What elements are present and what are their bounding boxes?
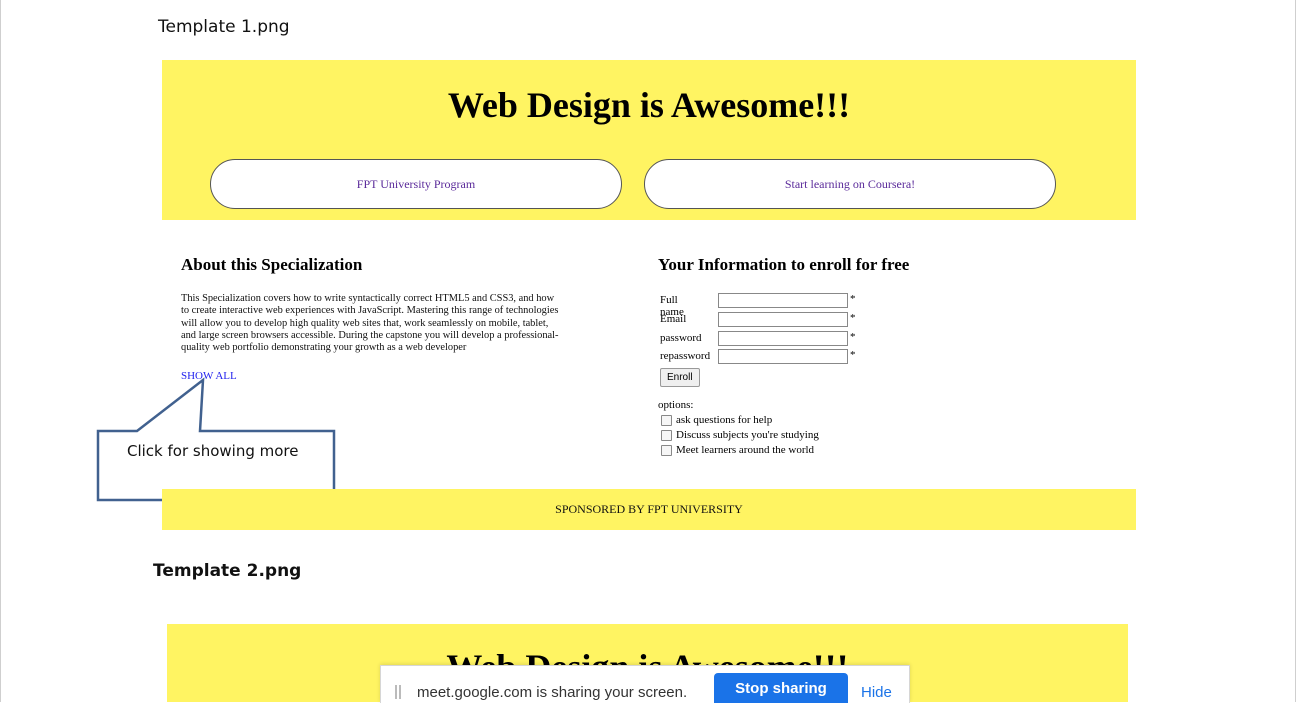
about-line: will allow you to develop high quality w… bbox=[181, 317, 549, 329]
callout-text: Click for showing more bbox=[127, 442, 299, 460]
email-input[interactable] bbox=[718, 312, 848, 327]
required-mark: * bbox=[850, 312, 856, 324]
option-label: ask questions for help bbox=[676, 414, 773, 426]
nav-button-coursera[interactable]: Start learning on Coursera! bbox=[644, 159, 1056, 209]
hide-button[interactable]: Hide bbox=[861, 684, 892, 701]
required-mark: * bbox=[850, 349, 856, 361]
nav-button-fpt-program[interactable]: FPT University Program bbox=[210, 159, 622, 209]
about-line: and large screen browsers accessible. Du… bbox=[181, 329, 559, 341]
options-label: options: bbox=[658, 399, 694, 411]
page-title: Web Design is Awesome!!! bbox=[447, 85, 851, 125]
callout-bubble bbox=[96, 377, 336, 502]
about-line: quality web portfolio demonstrating your… bbox=[181, 342, 467, 354]
checkbox[interactable] bbox=[661, 444, 672, 456]
required-mark: * bbox=[850, 293, 856, 305]
caption-template-1: Template 1.png bbox=[158, 17, 290, 37]
stop-sharing-button[interactable]: Stop sharing bbox=[714, 673, 848, 703]
drag-handle-icon[interactable] bbox=[395, 685, 401, 699]
option-ask-questions: ask questions for help bbox=[661, 414, 772, 426]
required-mark: * bbox=[850, 331, 856, 343]
about-line: This Specialization covers how to write … bbox=[181, 293, 555, 304]
repassword-label: repassword bbox=[660, 350, 711, 362]
checkbox[interactable] bbox=[661, 429, 672, 441]
about-section: About this Specialization This Specializ… bbox=[181, 255, 621, 354]
email-label: Email bbox=[660, 313, 687, 325]
option-label: Discuss subjects you're studying bbox=[676, 429, 819, 441]
enroll-button[interactable]: Enroll bbox=[660, 368, 700, 387]
password-label: password bbox=[660, 332, 702, 344]
option-meet-learners: Meet learners around the world bbox=[661, 444, 814, 456]
enroll-heading: Your Information to enroll for free bbox=[658, 255, 910, 274]
repassword-input[interactable] bbox=[718, 349, 848, 364]
share-message: meet.google.com is sharing your screen. bbox=[417, 684, 688, 701]
about-line: to create interactive web experiences wi… bbox=[181, 305, 559, 317]
about-text: This Specialization covers how to write … bbox=[181, 293, 621, 354]
caption-template-2: Template 2.png bbox=[153, 561, 302, 581]
about-heading: About this Specialization bbox=[181, 255, 363, 274]
template1-footer: SPONSORED BY FPT UNIVERSITY bbox=[162, 489, 1136, 530]
password-input[interactable] bbox=[718, 331, 848, 346]
option-discuss-subjects: Discuss subjects you're studying bbox=[661, 429, 819, 441]
checkbox[interactable] bbox=[661, 414, 672, 426]
option-label: Meet learners around the world bbox=[676, 444, 815, 456]
screen-share-bar: meet.google.com is sharing your screen. … bbox=[380, 665, 910, 703]
fullname-input[interactable] bbox=[718, 293, 848, 308]
enroll-section: Your Information to enroll for free bbox=[658, 255, 1078, 275]
template1-header: Web Design is Awesome!!! FPT University … bbox=[162, 60, 1136, 220]
